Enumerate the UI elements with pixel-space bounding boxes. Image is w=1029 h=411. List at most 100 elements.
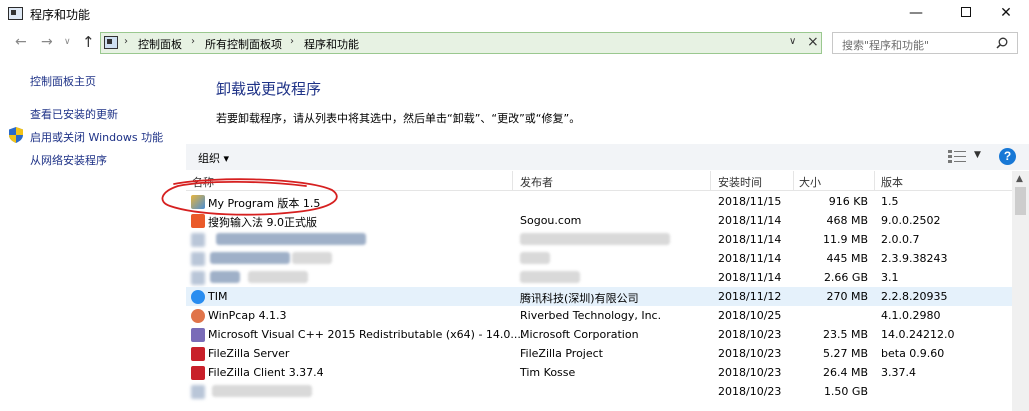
table-row[interactable]: Microsoft Visual C++ 2015 Redistributabl…	[186, 325, 1012, 344]
table-cell-date: 2018/10/23	[718, 347, 782, 360]
search-input[interactable]: 搜索"程序和功能"	[832, 32, 1018, 54]
table-cell-publisher: FileZilla Project	[520, 347, 603, 360]
redacted-text	[520, 233, 670, 245]
column-header-name[interactable]: 名称	[192, 174, 214, 190]
organize-button[interactable]: 组织 ▾	[198, 150, 229, 166]
column-divider[interactable]	[793, 171, 794, 191]
sidebar-item-windows-features[interactable]: 启用或关闭 Windows 功能	[30, 129, 163, 145]
view-options-icon[interactable]	[948, 150, 966, 163]
table-cell-date: 2018/11/14	[718, 252, 782, 265]
breadcrumb-separator-icon[interactable]: ›	[124, 36, 128, 47]
search-placeholder: 搜索"程序和功能"	[842, 39, 930, 52]
table-row[interactable]: 搜狗输入法 9.0正式版 Sogou.com 2018/11/14 468 MB 9.0…	[186, 211, 1012, 230]
column-divider[interactable]	[710, 171, 711, 191]
breadcrumb-separator-icon[interactable]: ›	[290, 36, 294, 47]
column-header-size[interactable]: 大小	[799, 174, 821, 190]
winpcap-icon	[191, 309, 205, 323]
scroll-up-icon[interactable]: ▲	[1016, 174, 1023, 184]
redacted-text	[292, 252, 332, 264]
up-arrow-icon[interactable]: ↑	[82, 33, 95, 51]
address-bar[interactable]: › 控制面板 › 所有控制面板项 › 程序和功能 ∨ ×	[100, 32, 822, 54]
column-divider[interactable]	[874, 171, 875, 191]
redacted-text	[210, 252, 290, 264]
table-cell-publisher: 腾讯科技(深圳)有限公司	[520, 292, 639, 305]
redacted-text	[210, 271, 240, 283]
table-row[interactable]: 2018/10/23 1.50 GB	[186, 382, 1012, 401]
vertical-scrollbar[interactable]: ▲	[1012, 171, 1029, 411]
table-row[interactable]: WinPcap 4.1.3 Riverbed Technology, Inc. 20…	[186, 306, 1012, 325]
help-icon[interactable]: ?	[999, 148, 1016, 165]
table-row[interactable]: 2018/11/14 2.66 GB 3.1	[186, 268, 1012, 287]
blurred-icon	[191, 385, 205, 399]
minimize-button[interactable]: —	[893, 0, 939, 28]
table-cell-publisher: Tim Kosse	[520, 366, 576, 379]
sidebar-item-install-from-network[interactable]: 从网络安装程序	[30, 152, 107, 168]
table-cell-size: 26.4 MB	[822, 366, 868, 379]
table-cell-size: 270 MB	[826, 290, 868, 303]
table-cell-publisher: Riverbed Technology, Inc.	[520, 309, 662, 322]
table-cell-date: 2018/11/15	[718, 195, 782, 208]
control-panel-icon	[8, 7, 23, 20]
table-cell-publisher: Sogou.com	[520, 214, 582, 227]
table-cell-version: 14.0.24212.0	[881, 328, 955, 341]
table-row[interactable]: FileZilla Client 3.37.4 Tim Kosse 2018/10/…	[186, 363, 1012, 382]
installer-icon	[191, 328, 205, 342]
table-cell-version: 2.2.8.20935	[881, 290, 948, 303]
table-row[interactable]: 2018/11/14 11.9 MB 2.0.0.7	[186, 230, 1012, 249]
maximize-icon	[961, 7, 971, 17]
recent-locations-icon[interactable]: ∨	[64, 37, 71, 47]
breadcrumb-programs[interactable]: 程序和功能	[304, 36, 359, 52]
search-icon[interactable]	[996, 37, 1008, 49]
page-description: 若要卸载程序，请从列表中将其选中，然后单击“卸载”、“更改”或“修复”。	[216, 112, 581, 125]
view-dropdown-icon[interactable]: ▼	[974, 150, 981, 160]
table-cell-name: WinPcap 4.1.3	[208, 309, 287, 322]
table-row[interactable]: TIM 腾讯科技(深圳)有限公司 2018/11/12 270 MB 2.2.8.209…	[186, 287, 1012, 306]
breadcrumb-all-items[interactable]: 所有控制面板项	[205, 36, 282, 52]
table-cell-date: 2018/11/12	[718, 290, 782, 303]
control-panel-icon	[104, 36, 118, 49]
title-bar: 程序和功能 — ✕	[0, 0, 1029, 30]
forward-arrow-icon[interactable]: →	[41, 34, 53, 50]
back-arrow-icon[interactable]: ←	[15, 34, 27, 50]
sidebar-item-control-panel-home[interactable]: 控制面板主页	[30, 73, 96, 89]
blurred-icon	[191, 233, 205, 247]
column-divider[interactable]	[512, 171, 513, 191]
table-cell-publisher: Microsoft Corporation	[520, 328, 639, 341]
sidebar-item-installed-updates[interactable]: 查看已安装的更新	[30, 106, 118, 122]
column-header-version[interactable]: 版本	[881, 174, 903, 190]
redacted-text	[216, 233, 366, 245]
table-row[interactable]: My Program 版本 1.5 2018/11/15 916 KB 1.5	[186, 192, 1012, 211]
table-row[interactable]: 2018/11/14 445 MB 2.3.9.38243	[186, 249, 1012, 268]
table-row[interactable]: FileZilla Server FileZilla Project 2018/10…	[186, 344, 1012, 363]
close-button[interactable]: ✕	[983, 0, 1029, 28]
program-icon	[191, 195, 205, 209]
table-cell-date: 2018/10/23	[718, 328, 782, 341]
blurred-icon	[191, 252, 205, 266]
table-cell-size: 445 MB	[826, 252, 868, 265]
clear-address-icon[interactable]: ×	[807, 34, 819, 50]
table-cell-size: 11.9 MB	[822, 233, 868, 246]
table-cell-name: FileZilla Server	[208, 347, 290, 360]
table-cell-name: FileZilla Client 3.37.4	[208, 366, 324, 379]
table-cell-date: 2018/10/25	[718, 309, 782, 322]
table-cell-size: 23.5 MB	[822, 328, 868, 341]
table-cell-date: 2018/11/14	[718, 271, 782, 284]
table-cell-size: 1.50 GB	[823, 385, 868, 398]
redacted-text	[520, 252, 550, 264]
chevron-down-icon[interactable]: ∨	[789, 36, 796, 47]
breadcrumb-separator-icon[interactable]: ›	[191, 36, 195, 47]
window-title: 程序和功能	[30, 8, 91, 22]
table-cell-version: 2.3.9.38243	[881, 252, 948, 265]
breadcrumb-control-panel[interactable]: 控制面板	[138, 36, 182, 52]
column-header-publisher[interactable]: 发布者	[520, 174, 553, 190]
table-cell-version: beta 0.9.60	[881, 347, 945, 360]
tim-icon	[191, 290, 205, 304]
table-cell-name: 搜狗输入法 9.0正式版	[208, 216, 317, 229]
column-header-install-date[interactable]: 安装时间	[718, 174, 762, 190]
table-cell-version: 3.1	[881, 271, 899, 284]
scroll-thumb[interactable]	[1015, 187, 1026, 215]
blurred-icon	[191, 271, 205, 285]
table-header: 名称 发布者 安装时间 大小 版本	[186, 171, 1012, 191]
table-cell-version: 2.0.0.7	[881, 233, 920, 246]
shield-icon	[9, 127, 23, 143]
